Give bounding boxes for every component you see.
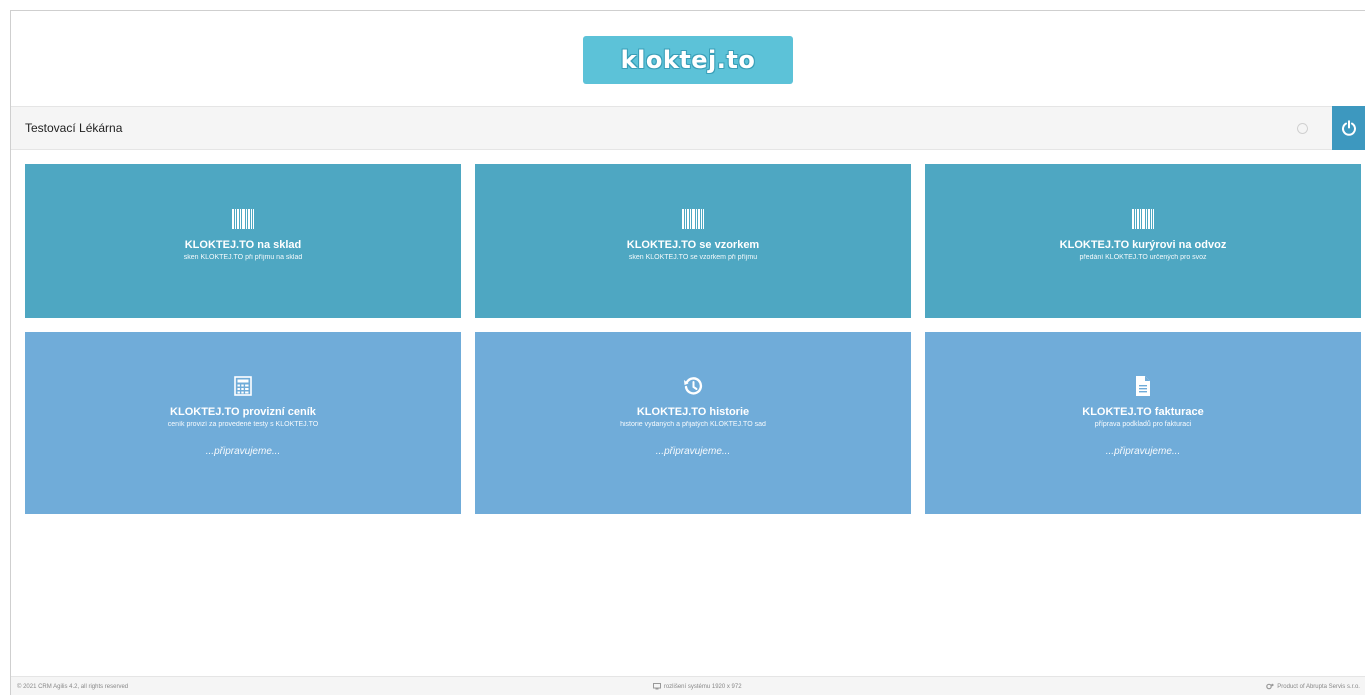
tile-na-sklad[interactable]: KLOKTEJ.TO na sklad sken KLOKTEJ.TO při … bbox=[25, 164, 461, 318]
tile-se-vzorkem[interactable]: KLOKTEJ.TO se vzorkem sken KLOKTEJ.TO se… bbox=[475, 164, 911, 318]
tile-description: ceník provizí za provedené testy s KLOKT… bbox=[167, 421, 319, 428]
barcode-icon bbox=[1132, 208, 1154, 230]
tile-title: KLOKTEJ.TO na sklad bbox=[184, 239, 302, 251]
tile-title: KLOKTEJ.TO fakturace bbox=[1082, 406, 1204, 418]
tile-title: KLOKTEJ.TO provizní ceník bbox=[170, 406, 316, 418]
logo[interactable]: kloktej.to bbox=[583, 35, 793, 84]
resolution-info: rozlišení systému 1920 x 972 bbox=[652, 683, 742, 690]
tile-title: KLOKTEJ.TO se vzorkem bbox=[626, 239, 760, 251]
header: kloktej.to bbox=[11, 11, 1365, 106]
tile-pending-note: ...připravujeme... bbox=[655, 446, 731, 457]
monitor-icon bbox=[652, 683, 661, 690]
cogs-icon bbox=[1266, 683, 1274, 690]
power-icon bbox=[1342, 120, 1356, 136]
tile-pending-note: ...připravujeme... bbox=[205, 446, 281, 457]
copyright-text: © 2021 CRM Agilis 4.2, all rights reserv… bbox=[17, 683, 129, 690]
logout-button[interactable] bbox=[1332, 106, 1365, 150]
document-icon bbox=[1135, 375, 1151, 397]
tile-description: předání KLOKTEJ.TO určených pro svoz bbox=[1079, 254, 1207, 261]
tile-title: KLOKTEJ.TO historie bbox=[636, 406, 750, 418]
product-info: Product of Abrupta Servis s.r.o. bbox=[1266, 683, 1360, 690]
top-bar: Testovací Lékárna bbox=[11, 106, 1365, 150]
pharmacy-name: Testovací Lékárna bbox=[25, 121, 123, 135]
tile-provizni-cenik[interactable]: KLOKTEJ.TO provizní ceník ceník provizí … bbox=[25, 332, 461, 514]
calculator-icon bbox=[234, 375, 252, 397]
tile-description: sken KLOKTEJ.TO při příjmu na sklad bbox=[183, 254, 303, 261]
history-icon bbox=[683, 375, 703, 397]
tile-title: KLOKTEJ.TO kurýrovi na odvoz bbox=[1059, 239, 1227, 251]
logo-text: kloktej.to bbox=[620, 45, 756, 74]
resolution-text: rozlišení systému 1920 x 972 bbox=[663, 683, 742, 690]
barcode-icon bbox=[232, 208, 254, 230]
tile-kuryrovi-na-odvoz[interactable]: KLOKTEJ.TO kurýrovi na odvoz předání KLO… bbox=[925, 164, 1361, 318]
barcode-icon bbox=[682, 208, 704, 230]
app-frame: kloktej.to Testovací Lékárna KLOKTEJ.TO … bbox=[10, 10, 1365, 695]
tile-description: historie vydaných a přijatých KLOKTEJ.TO… bbox=[620, 421, 766, 428]
tile-historie[interactable]: KLOKTEJ.TO historie historie vydaných a … bbox=[475, 332, 911, 514]
status-indicator-icon bbox=[1297, 122, 1308, 134]
tile-fakturace[interactable]: KLOKTEJ.TO fakturace příprava podkladů p… bbox=[925, 332, 1361, 514]
tile-description: sken KLOKTEJ.TO se vzorkem při příjmu bbox=[628, 254, 758, 261]
tile-description: příprava podkladů pro fakturaci bbox=[1094, 421, 1192, 428]
tile-pending-note: ...připravujeme... bbox=[1105, 446, 1181, 457]
footer: © 2021 CRM Agilis 4.2, all rights reserv… bbox=[11, 676, 1365, 695]
product-text: Product of Abrupta Servis s.r.o. bbox=[1277, 683, 1360, 690]
